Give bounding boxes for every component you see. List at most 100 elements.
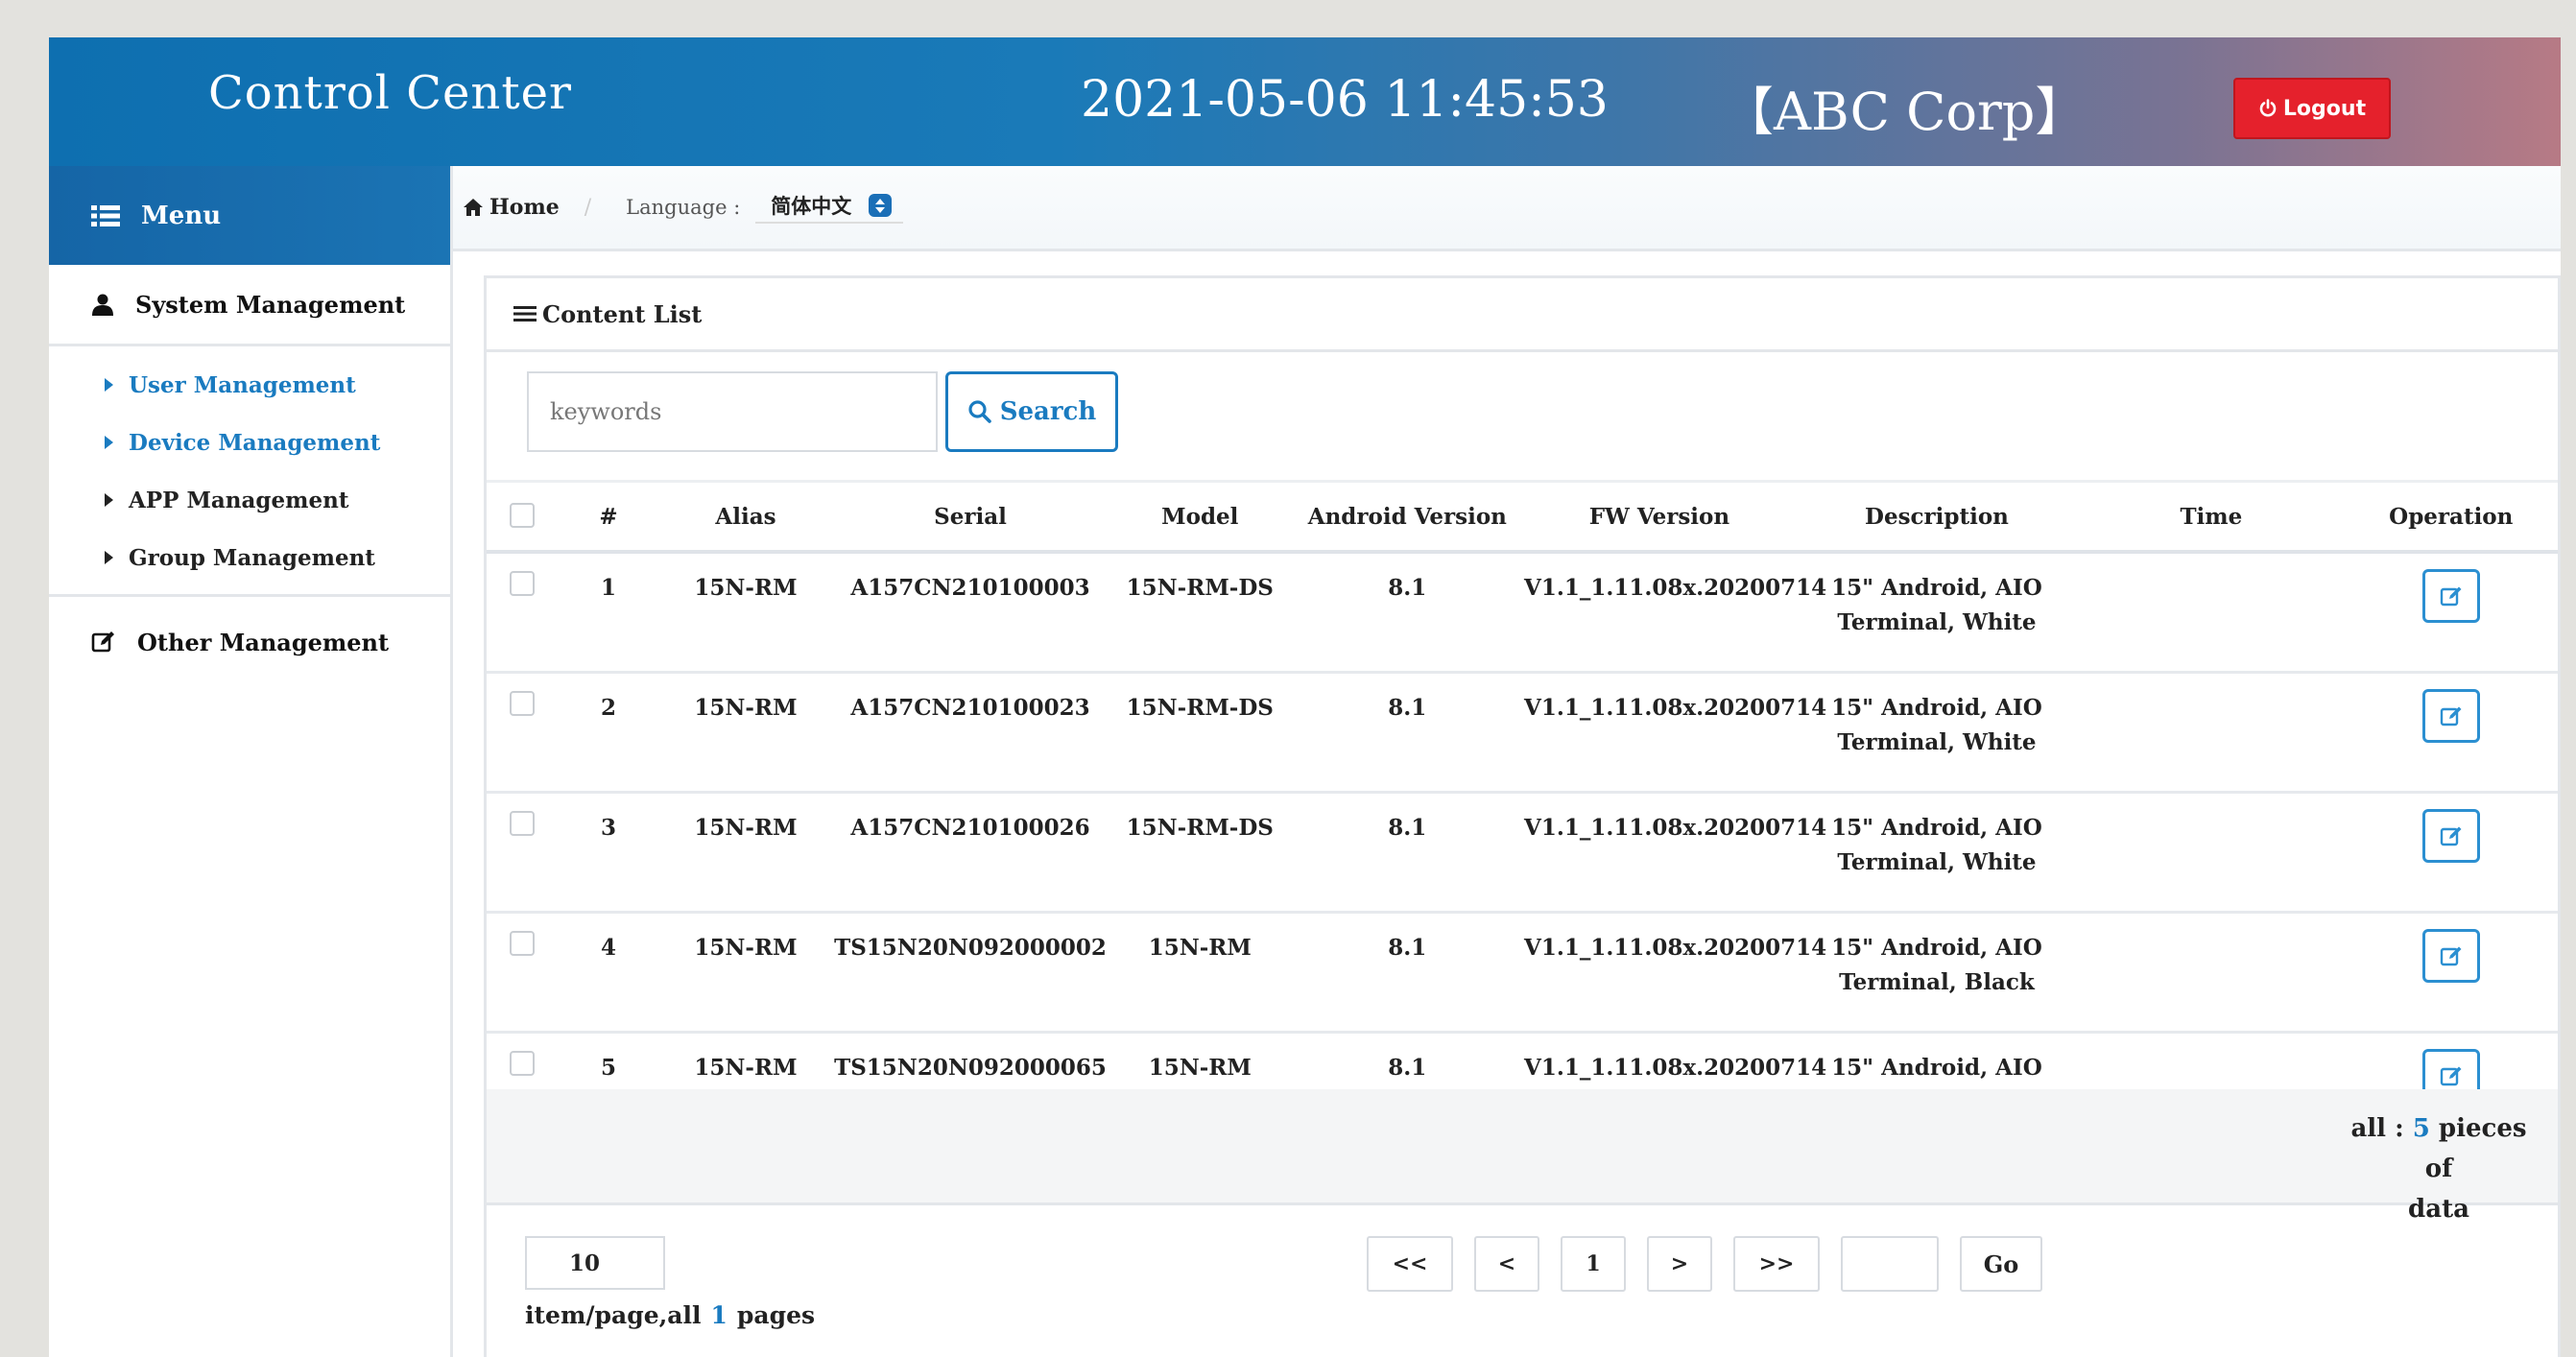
page-size-input[interactable]: 10 [525, 1236, 665, 1290]
page-info-suffix: pages [736, 1301, 816, 1329]
table-row[interactable]: 2 15N-RM A157CN210100023 15N-RM-DS 8.1 V1.1_1… [487, 672, 2558, 794]
cell-alias: 15N-RM [658, 552, 832, 674]
table-row[interactable]: 4 15N-RM TS15N20N092000002 15N-RM 8.1 V1.1_1.… [487, 912, 2558, 1034]
sidebar-item-user-management[interactable]: User Management [49, 356, 450, 414]
list-icon [91, 204, 120, 226]
description-line: Terminal, White [1837, 609, 2037, 635]
column-header[interactable]: Model [1109, 480, 1292, 554]
sidebar-item-device-management[interactable]: Device Management [49, 414, 450, 471]
column-header[interactable]: Alias [658, 480, 832, 554]
search-input[interactable] [527, 371, 938, 452]
cell-fw-version: V1.1_1.11.08x.20200714 [1523, 672, 1826, 794]
language-select[interactable]: 简体中文 [755, 191, 904, 224]
summary-count: 5 [2412, 1114, 2430, 1143]
row-checkbox[interactable] [510, 691, 536, 716]
page-number-button[interactable]: 1 [1561, 1236, 1626, 1292]
last-page-button[interactable]: >> [1733, 1236, 1820, 1292]
column-header[interactable]: # [558, 480, 659, 554]
column-header[interactable]: Time [2078, 480, 2345, 554]
row-checkbox[interactable] [510, 931, 536, 956]
column-header[interactable]: Android Version [1291, 480, 1524, 554]
app-frame: Control Center 2021-05-06 11:45:53 【ABC … [49, 37, 2561, 1357]
content-list-header: Content List [487, 278, 2558, 352]
sidebar-item-label: Group Management [129, 544, 375, 571]
cell-operation [2344, 552, 2558, 674]
caret-right-icon [105, 378, 113, 392]
logout-button[interactable]: Logout [2233, 78, 2391, 139]
company-name: 【ABC Corp】 [1722, 82, 2087, 142]
row-select-cell [487, 912, 559, 1034]
sidebar: Menu System Management User Management D… [49, 166, 453, 1357]
row-select-cell [487, 792, 559, 914]
edit-button[interactable] [2421, 569, 2480, 623]
description-line: Terminal, White [1837, 849, 2037, 875]
table-row[interactable]: 3 15N-RM A157CN210100026 15N-RM-DS 8.1 V1.1_1… [487, 792, 2558, 914]
cell-operation [2344, 912, 2558, 1034]
breadcrumb-home[interactable]: Home [463, 195, 560, 220]
summary-suffix: pieces of [2424, 1114, 2527, 1183]
row-checkbox[interactable] [510, 811, 536, 836]
caret-right-icon [105, 436, 113, 449]
system-management-label: System Management [135, 290, 406, 319]
select-all-checkbox[interactable] [510, 503, 536, 528]
row-checkbox[interactable] [510, 1051, 536, 1076]
description-line: Terminal, Black [1839, 969, 2035, 995]
cell-serial: A157CN210100023 [831, 672, 1109, 794]
description-line: Terminal, White [1837, 729, 2037, 755]
app-title: Control Center [208, 66, 572, 120]
home-icon [464, 199, 483, 216]
cell-operation [2344, 792, 2558, 914]
table-row[interactable]: 1 15N-RM A157CN210100003 15N-RM-DS 8.1 V1.1_1… [487, 552, 2558, 674]
search-label: Search [999, 397, 1097, 426]
column-header[interactable]: Description [1795, 480, 2079, 554]
summary-prefix: all : [2350, 1114, 2413, 1143]
cell-time [2078, 552, 2345, 674]
sidebar-item-group-management[interactable]: Group Management [49, 529, 450, 586]
cell-operation [2344, 672, 2558, 794]
summary-suffix-2: data [2408, 1195, 2469, 1224]
cell-time [2078, 672, 2345, 794]
cell-fw-version: V1.1_1.11.08x.20200714 [1523, 552, 1826, 674]
goto-page-input[interactable] [1841, 1236, 1939, 1292]
column-header[interactable]: FW Version [1523, 480, 1796, 554]
row-checkbox[interactable] [510, 571, 536, 596]
sidebar-item-label: Device Management [129, 429, 381, 456]
prev-page-button[interactable]: < [1474, 1236, 1539, 1292]
content-panel: Content List Search # [484, 275, 2561, 1357]
caret-right-icon [105, 493, 113, 507]
edit-icon [2440, 826, 2462, 846]
description-line: 15" Android, AIO [1831, 695, 2042, 721]
sidebar-item-app-management[interactable]: APP Management [49, 471, 450, 529]
description-line: 15" Android, AIO [1831, 935, 2042, 961]
sidebar-menu-header[interactable]: Menu [49, 166, 450, 265]
table-header-row: # Alias Serial Model Android Version FW … [487, 480, 2558, 554]
edit-icon [2440, 946, 2462, 966]
language-label: Language : [626, 196, 741, 219]
first-page-button[interactable]: << [1367, 1236, 1453, 1292]
cell-description: 15" Android, AIO Terminal, White [1795, 672, 2079, 794]
datetime-display: 2021-05-06 11:45:53 [1081, 71, 1609, 129]
search-button[interactable]: Search [945, 371, 1118, 452]
edit-button[interactable] [2421, 689, 2480, 743]
edit-icon [2440, 586, 2462, 607]
edit-button[interactable] [2421, 809, 2480, 863]
language-value: 简体中文 [771, 195, 852, 218]
next-page-button[interactable]: > [1647, 1236, 1712, 1292]
cell-number: 1 [558, 552, 659, 674]
sidebar-section-system-management[interactable]: System Management [49, 265, 450, 346]
power-icon [2259, 99, 2277, 117]
edit-button[interactable] [2421, 929, 2480, 983]
go-button[interactable]: Go [1960, 1236, 2042, 1292]
device-table: # Alias Serial Model Android Version FW … [487, 480, 2558, 1154]
content-list-title: Content List [542, 299, 703, 328]
cell-alias: 15N-RM [658, 792, 832, 914]
column-header[interactable]: Serial [831, 480, 1109, 554]
cell-time [2078, 792, 2345, 914]
cell-number: 3 [558, 792, 659, 914]
summary-bar: all : 5 pieces of data [487, 1089, 2558, 1224]
total-pages: 1 [710, 1301, 727, 1329]
cell-model: 15N-RM [1109, 912, 1292, 1034]
sidebar-section-other-management[interactable]: Other Management [49, 603, 450, 681]
breadcrumb: Home / Language : 简体中文 [453, 166, 2561, 251]
edit-icon [91, 631, 114, 653]
